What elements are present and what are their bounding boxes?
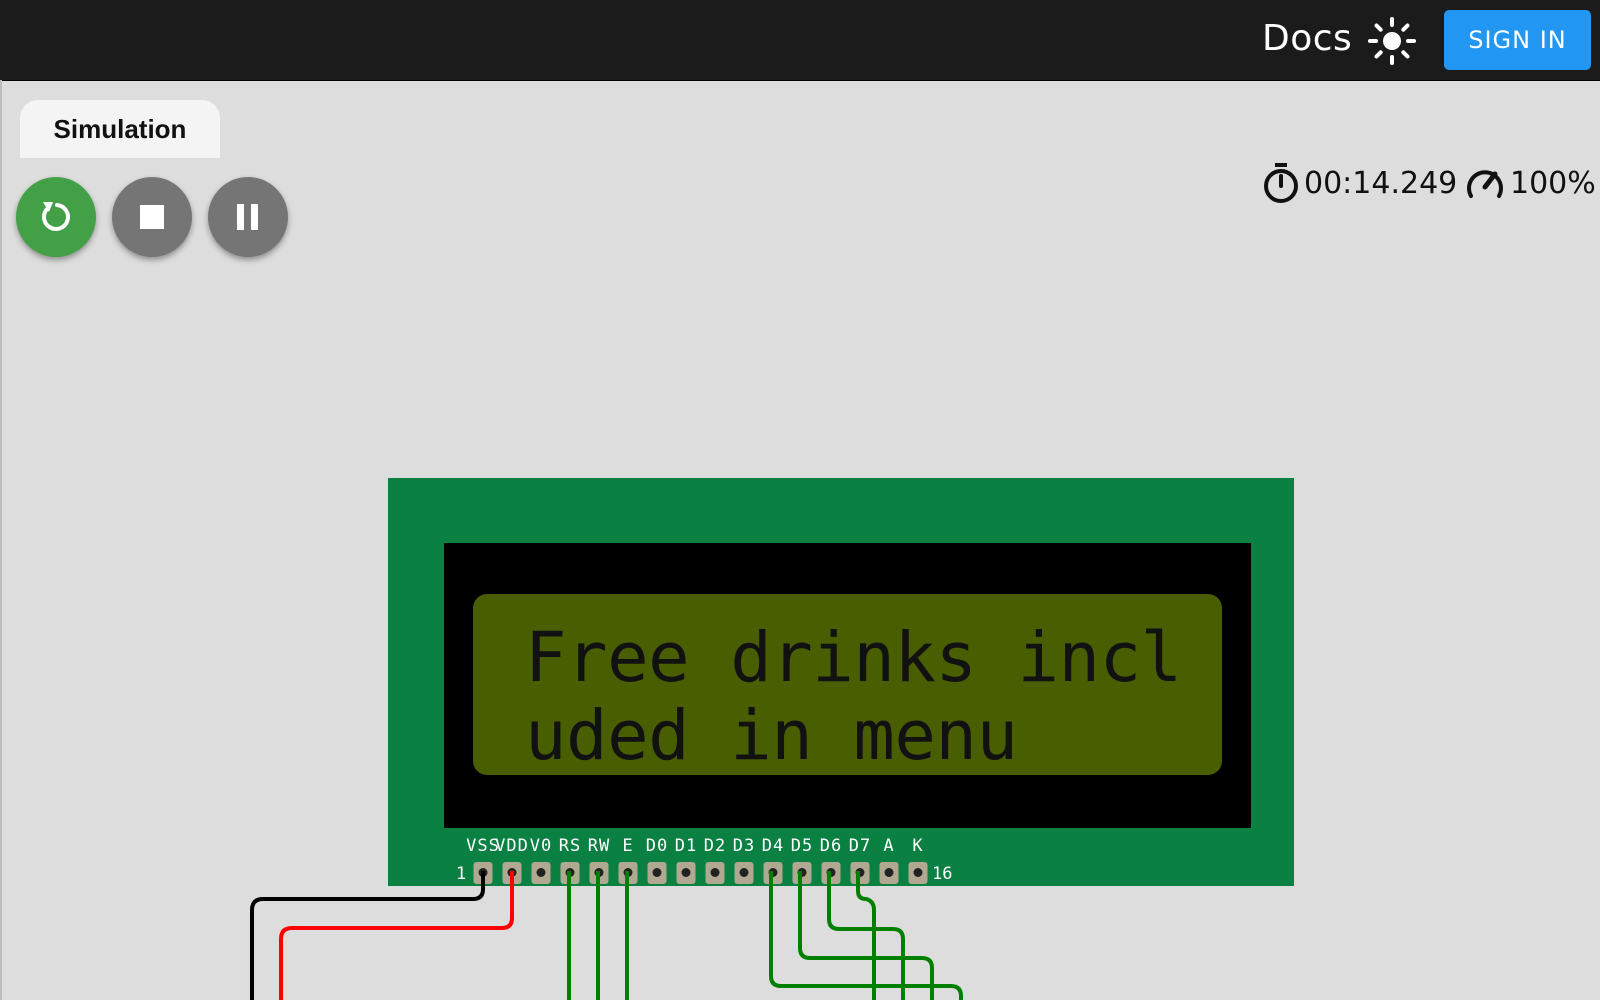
restart-icon [42, 202, 70, 231]
pin-vdd[interactable] [502, 862, 522, 884]
pin-label-d0: D0 [645, 836, 669, 856]
pin-rw[interactable] [589, 862, 609, 884]
pin-v0[interactable] [531, 862, 551, 884]
pin-labels: VSS VDD V0 RS RW E D0 D1 D2 D3 D4 D5 D6 D7 A K [388, 836, 1294, 858]
timer-icon [1264, 163, 1298, 203]
speed-value: 100% [1510, 165, 1596, 201]
lcd-line-1: Free drinks incl [525, 618, 1182, 698]
pin-e[interactable] [618, 862, 638, 884]
pin-label-vdd: VDD [495, 836, 529, 856]
elapsed-time-value: 00:14.249 [1304, 165, 1458, 201]
docs-link[interactable]: Docs [1262, 18, 1352, 59]
lcd-bezel: Free drinks incl uded in menu [444, 543, 1251, 828]
sun-icon[interactable] [1368, 17, 1416, 65]
wire-d7 [856, 871, 876, 1000]
restart-button[interactable] [16, 177, 96, 257]
pin-label-k: K [912, 836, 924, 856]
pin-a[interactable] [879, 862, 899, 884]
pin-label-d7: D7 [848, 836, 872, 856]
pin-d0[interactable] [647, 862, 667, 884]
pin-label-d4: D4 [761, 836, 785, 856]
stop-button[interactable] [112, 177, 192, 257]
pin-rs[interactable] [560, 862, 580, 884]
stop-icon [140, 205, 164, 229]
pin-d6[interactable] [821, 862, 841, 884]
wire-d4 [769, 871, 963, 1000]
pin-label-rs: RS [558, 836, 582, 856]
pin-vss[interactable] [473, 862, 493, 884]
wire-d5 [798, 871, 934, 1000]
wire-vss [250, 871, 485, 1000]
lcd-1602[interactable]: Free drinks incl uded in menu VSS VDD V0 RS… [388, 478, 1294, 886]
pin-label-rw: RW [587, 836, 611, 856]
pin-label-v0: V0 [529, 836, 553, 856]
pin-number-first: 1 [456, 864, 467, 884]
speedometer-icon [1467, 170, 1503, 198]
pin-label-d1: D1 [674, 836, 698, 856]
pin-label-a: A [883, 836, 895, 856]
lcd-line-2: uded in menu [525, 696, 1018, 775]
elapsed-time: 00:14.249 [1262, 161, 1457, 205]
pin-d5[interactable] [792, 862, 812, 884]
pin-d2[interactable] [705, 862, 725, 884]
pin-number-last: 16 [932, 864, 953, 884]
tab-simulation[interactable]: Simulation [20, 100, 220, 158]
pin-d3[interactable] [734, 862, 754, 884]
simulation-speed: 100% [1464, 161, 1596, 205]
divider [0, 80, 2, 1000]
pin-label-d2: D2 [703, 836, 727, 856]
pin-label-d3: D3 [732, 836, 756, 856]
wire-d6 [827, 871, 905, 1000]
pin-k[interactable] [908, 862, 928, 884]
pin-label-d5: D5 [790, 836, 814, 856]
sign-in-button[interactable]: SIGN IN [1444, 10, 1591, 70]
top-bar: Docs SIGN IN [0, 0, 1600, 81]
pause-button[interactable] [208, 177, 288, 257]
pause-icon [237, 204, 258, 230]
pin-d7[interactable] [850, 862, 870, 884]
pin-label-e: E [622, 836, 634, 856]
pin-label-d6: D6 [819, 836, 843, 856]
pin-d4[interactable] [763, 862, 783, 884]
wire-vdd [279, 871, 514, 1000]
lcd-screen: Free drinks incl uded in menu [473, 594, 1222, 775]
pin-d1[interactable] [676, 862, 696, 884]
